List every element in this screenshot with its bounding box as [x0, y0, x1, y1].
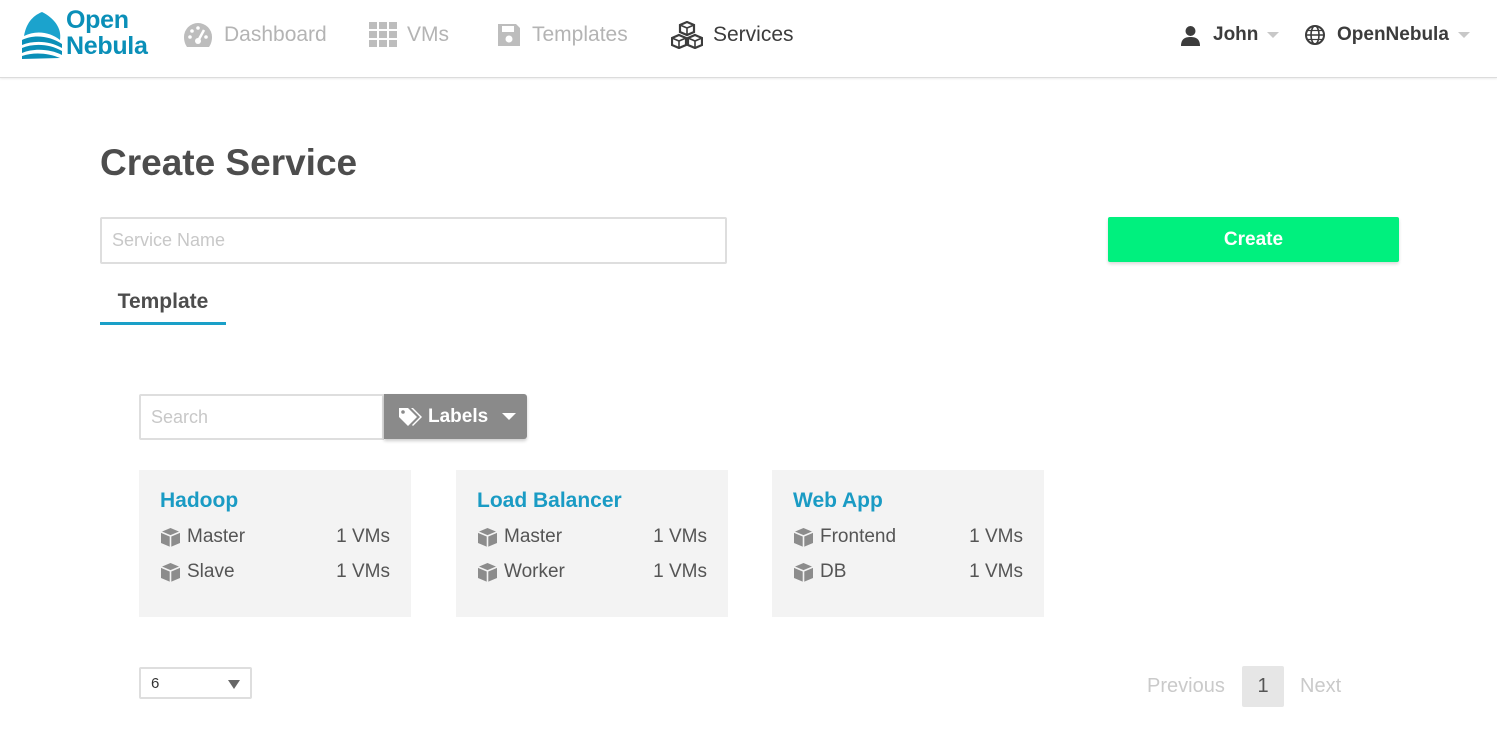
- chevron-down-icon: [1457, 32, 1470, 38]
- cube-icon: [477, 562, 498, 583]
- nav-services-label: Services: [713, 23, 794, 46]
- page-size-value: 6: [151, 675, 160, 692]
- cube-icon: [477, 527, 498, 548]
- nav-dashboard[interactable]: Dashboard: [182, 20, 327, 50]
- template-card-hadoop[interactable]: Hadoop Master 1 VMs Slave 1 VMs: [139, 470, 411, 617]
- tab-template[interactable]: Template: [100, 285, 226, 325]
- dashboard-icon: [184, 23, 212, 47]
- role-name: Worker: [504, 561, 565, 582]
- create-button[interactable]: Create: [1108, 217, 1399, 262]
- zone-menu-label: OpenNebula: [1337, 24, 1449, 45]
- chevron-down-icon: [228, 680, 240, 689]
- user-menu-label: John: [1213, 24, 1259, 45]
- page-title: Create Service: [100, 142, 358, 183]
- template-name: Web App: [793, 489, 883, 512]
- role-row: Master 1 VMs: [477, 525, 707, 549]
- nav-templates[interactable]: Templates: [496, 20, 628, 50]
- floppy-disk-icon: [498, 24, 520, 46]
- role-row: Worker 1 VMs: [477, 560, 707, 584]
- cube-icon: [160, 562, 181, 583]
- role-row: DB 1 VMs: [793, 560, 1023, 584]
- role-name: Master: [504, 526, 563, 547]
- brand-wordmark: Open Nebula: [66, 8, 148, 59]
- nav-services[interactable]: Services: [671, 20, 794, 50]
- role-vm-count: 1 VMs: [336, 561, 390, 582]
- zone-menu[interactable]: OpenNebula: [1305, 21, 1470, 49]
- cube-icon: [793, 527, 814, 548]
- search-input[interactable]: [139, 394, 384, 440]
- cube-icon: [160, 527, 181, 548]
- chevron-down-icon: [1267, 32, 1280, 38]
- pagination-current-page[interactable]: 1: [1242, 666, 1284, 707]
- pagination-next[interactable]: Next: [1300, 666, 1341, 707]
- cube-icon: [793, 562, 814, 583]
- tags-icon: [398, 407, 424, 427]
- role-name: Slave: [187, 561, 235, 582]
- top-navigation-bar: Open Nebula Dashboard VMs Templates Serv…: [0, 0, 1497, 78]
- role-vm-count: 1 VMs: [653, 526, 707, 547]
- globe-icon: [1305, 25, 1325, 45]
- service-name-input[interactable]: [100, 217, 727, 264]
- template-name: Load Balancer: [477, 489, 622, 512]
- template-card-load-balancer[interactable]: Load Balancer Master 1 VMs Worker 1 VMs: [456, 470, 728, 617]
- role-row: Frontend 1 VMs: [793, 525, 1023, 549]
- nav-dashboard-label: Dashboard: [224, 23, 327, 46]
- grid-icon: [369, 22, 397, 47]
- nav-vms[interactable]: VMs: [369, 20, 449, 50]
- role-vm-count: 1 VMs: [653, 561, 707, 582]
- role-vm-count: 1 VMs: [969, 526, 1023, 547]
- labels-dropdown-button[interactable]: Labels: [384, 394, 527, 439]
- role-row: Slave 1 VMs: [160, 560, 390, 584]
- role-name: DB: [820, 561, 847, 582]
- brand-line-2: Nebula: [66, 32, 148, 60]
- page-size-select[interactable]: 6: [139, 667, 252, 699]
- user-menu[interactable]: John: [1180, 21, 1280, 49]
- chevron-down-icon: [502, 413, 517, 420]
- user-icon: [1180, 25, 1201, 46]
- nav-vms-label: VMs: [407, 23, 449, 46]
- role-name: Master: [187, 526, 246, 547]
- role-row: Master 1 VMs: [160, 525, 390, 549]
- role-name: Frontend: [820, 526, 897, 547]
- role-vm-count: 1 VMs: [336, 526, 390, 547]
- brand-line-1: Open: [66, 6, 129, 34]
- opennebula-logo[interactable]: Open Nebula: [20, 8, 165, 62]
- template-name: Hadoop: [160, 489, 239, 512]
- role-vm-count: 1 VMs: [969, 561, 1023, 582]
- template-card-web-app[interactable]: Web App Frontend 1 VMs DB 1 VMs: [772, 470, 1044, 617]
- pagination-previous[interactable]: Previous: [1147, 666, 1225, 707]
- cubes-icon: [671, 21, 703, 49]
- labels-button-label: Labels: [428, 405, 489, 427]
- nebula-logo-icon: [22, 12, 62, 59]
- nav-templates-label: Templates: [532, 23, 628, 46]
